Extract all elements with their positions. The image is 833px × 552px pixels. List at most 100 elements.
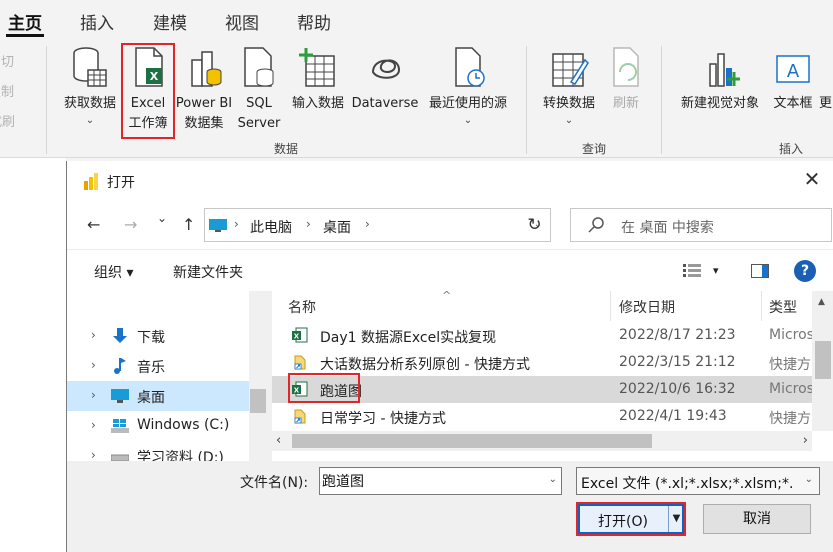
file-row[interactable]: 日常学习 - 快捷方式 2022/4/1 19:43 快捷方 xyxy=(272,403,833,430)
powerbi-dataset-button[interactable]: Power BI 数据集 xyxy=(174,38,234,148)
monitor-icon xyxy=(209,219,227,232)
active-tab-indicator xyxy=(6,34,44,37)
address-bar[interactable]: › 此电脑 › 桌面 › ⌄ xyxy=(204,208,551,242)
breadcrumb-separator: › xyxy=(234,217,239,231)
chevron-down-icon[interactable]: ⌄ xyxy=(805,474,813,485)
file-row[interactable]: 大话数据分析系列原创 - 快捷方式 2022/3/15 21:12 快捷方 xyxy=(272,349,833,376)
search-icon xyxy=(588,217,604,233)
new-visual-button[interactable]: 新建视觉对象 xyxy=(672,38,768,148)
view-dropdown-icon[interactable]: ▾ xyxy=(713,264,719,277)
tree-item-downloads[interactable]: › 下载 xyxy=(67,321,267,351)
scrollbar-thumb[interactable] xyxy=(292,434,652,448)
recent-sources-label: 最近使用的源 xyxy=(428,96,507,111)
dataverse-icon xyxy=(371,59,401,79)
svg-text:A: A xyxy=(787,61,800,82)
selected-file-highlight xyxy=(288,373,360,403)
file-date: 2022/10/6 16:32 xyxy=(619,381,736,397)
scrollbar-thumb[interactable] xyxy=(250,389,266,413)
enter-data-button[interactable]: 输入数据 xyxy=(286,38,350,148)
forward-icon[interactable]: → xyxy=(124,215,137,234)
textbox-label: 文本框 xyxy=(773,96,813,111)
transform-data-button[interactable]: 转换数据 ⌄ xyxy=(536,38,602,148)
tab-insert[interactable]: 插入 xyxy=(80,9,114,34)
shortcut-icon xyxy=(294,409,306,424)
report-canvas xyxy=(0,158,66,552)
shortcut-icon xyxy=(294,355,306,370)
file-type: Micros xyxy=(769,327,814,343)
dialog-title-bar: 打开 ✕ xyxy=(67,161,833,201)
more-visuals-button[interactable]: 更 xyxy=(818,38,833,148)
tree-item-windows-c[interactable]: › Windows (C:) xyxy=(67,411,267,441)
copy-button[interactable]: 复制 xyxy=(0,81,14,100)
tab-help[interactable]: 帮助 xyxy=(297,9,331,34)
file-row[interactable]: X Day1 数据源Excel实战复现 2022/8/17 21:23 Micr… xyxy=(272,322,833,349)
column-divider[interactable] xyxy=(610,291,611,321)
breadcrumb-desktop[interactable]: 桌面 xyxy=(323,217,351,237)
recent-sources-button[interactable]: 最近使用的源 ⌄ xyxy=(420,38,516,148)
powerbi-label-1: Power BI xyxy=(175,96,233,111)
scroll-up-icon[interactable]: ▲ xyxy=(818,297,825,307)
get-data-button[interactable]: 获取数据 ⌄ xyxy=(58,38,122,148)
refresh-button[interactable]: 刷新 xyxy=(604,38,648,148)
dataverse-button[interactable]: Dataverse xyxy=(350,38,420,148)
organize-button[interactable]: 组织 ▾ xyxy=(94,262,133,282)
ribbon-separator xyxy=(661,46,662,154)
back-icon[interactable]: ← xyxy=(87,215,100,234)
file-type: 快捷方 xyxy=(769,357,811,373)
file-date: 2022/4/1 19:43 xyxy=(619,408,727,424)
chevron-right-icon[interactable]: › xyxy=(91,418,96,432)
scroll-left-icon[interactable]: ‹ xyxy=(276,433,281,448)
search-input[interactable]: 在 桌面 中搜索 xyxy=(570,208,832,242)
tree-item-label: Windows (C:) xyxy=(137,417,230,433)
ribbon: 剪切 复制 格式刷 获取数据 ⌄ X Excel 工作簿 Pow xyxy=(0,38,833,158)
group-label-query: 查询 xyxy=(582,142,607,156)
filename-field[interactable]: ⌄ xyxy=(319,467,562,495)
cut-button[interactable]: 剪切 xyxy=(0,51,14,70)
music-icon xyxy=(114,358,126,374)
preview-pane-icon[interactable] xyxy=(751,264,769,278)
transform-data-icon xyxy=(552,53,589,87)
scroll-right-icon[interactable]: › xyxy=(803,433,808,448)
download-icon xyxy=(113,328,127,343)
tab-modeling[interactable]: 建模 xyxy=(153,9,187,34)
horizontal-scrollbar[interactable]: ‹ › xyxy=(272,431,812,451)
sql-server-button[interactable]: SQL Server xyxy=(236,38,282,148)
chevron-down-icon: ⌄ xyxy=(564,115,574,126)
chevron-right-icon[interactable]: › xyxy=(91,328,96,342)
tab-view[interactable]: 视图 xyxy=(225,9,259,34)
column-header-name[interactable]: 名称 xyxy=(288,297,316,317)
scrollbar-thumb[interactable] xyxy=(815,341,831,379)
tree-scrollbar[interactable] xyxy=(249,291,267,461)
svg-text:X: X xyxy=(294,333,300,341)
file-list-scrollbar[interactable]: ▲ xyxy=(812,291,833,431)
close-icon[interactable]: ✕ xyxy=(802,169,822,189)
filename-label: 文件名(N): xyxy=(240,475,309,491)
file-type-select[interactable]: Excel 文件 (*.xl;*.xlsx;*.xlsm;*. ⌄ xyxy=(576,467,820,495)
powerbi-label-2: 数据集 xyxy=(184,116,224,131)
column-divider[interactable] xyxy=(761,291,762,321)
column-header-date[interactable]: 修改日期 xyxy=(619,297,675,317)
format-painter-button[interactable]: 格式刷 xyxy=(0,111,15,130)
tree-item-drive-d[interactable]: › 学习资料 (D:) xyxy=(67,441,267,461)
help-icon[interactable]: ? xyxy=(794,260,816,282)
chevron-down-icon: ⌄ xyxy=(463,115,473,126)
tab-home[interactable]: 主页 xyxy=(8,9,42,34)
new-folder-button[interactable]: 新建文件夹 xyxy=(173,262,243,282)
filename-input[interactable] xyxy=(322,470,532,492)
chevron-right-icon[interactable]: › xyxy=(91,358,96,372)
tree-item-label: 桌面 xyxy=(137,390,165,406)
tree-item-music[interactable]: › 音乐 xyxy=(67,351,267,381)
tree-item-desktop[interactable]: › 桌面 xyxy=(67,381,267,411)
chevron-right-icon[interactable]: › xyxy=(91,388,96,402)
refresh-icon[interactable]: ↻ xyxy=(519,208,551,242)
recent-locations-icon[interactable]: ⌄ xyxy=(157,211,167,225)
textbox-button[interactable]: A 文本框 xyxy=(768,38,818,148)
file-date: 2022/8/17 21:23 xyxy=(619,327,736,343)
chevron-right-icon[interactable]: › xyxy=(91,448,96,461)
chevron-down-icon[interactable]: ⌄ xyxy=(549,474,557,485)
view-options-icon[interactable] xyxy=(683,264,701,278)
up-icon[interactable]: ↑ xyxy=(182,215,195,234)
breadcrumb-this-pc[interactable]: 此电脑 xyxy=(250,217,292,237)
cancel-button[interactable]: 取消 xyxy=(703,504,811,534)
column-header-type[interactable]: 类型 xyxy=(769,297,797,317)
